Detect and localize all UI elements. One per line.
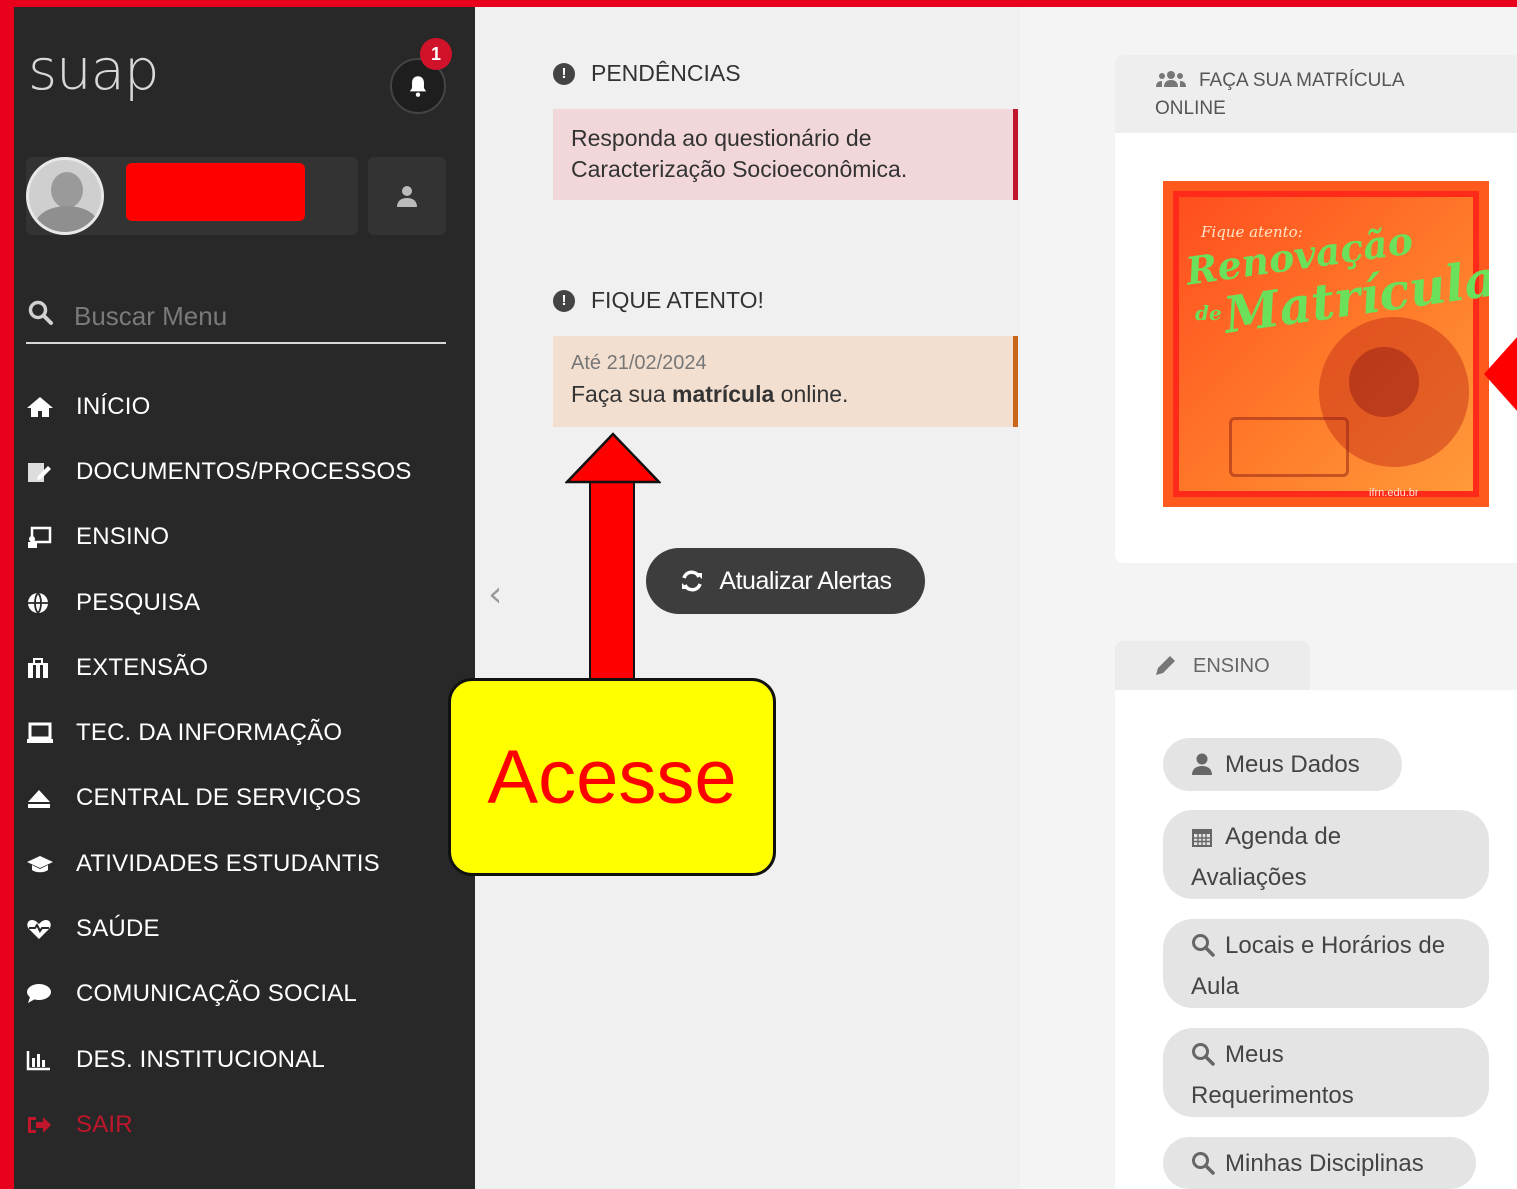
menu-item-label: TEC. DA INFORMAÇÃO — [76, 719, 343, 747]
search-icon — [1191, 1149, 1225, 1186]
matricula-card-header: FAÇA SUA MATRÍCULA ONLINE — [1115, 55, 1517, 133]
menu-item-saude[interactable]: SAÚDE — [26, 896, 456, 961]
meus-requerimentos-link[interactable]: Meus Requerimentos — [1163, 1028, 1489, 1117]
annotation-arrow-head — [565, 432, 661, 484]
menu-item-label: ATIVIDADES ESTUDANTIS — [76, 849, 380, 877]
graduation-cap-icon — [26, 852, 76, 876]
menu-item-label: PESQUISA — [76, 588, 201, 616]
eject-icon — [26, 786, 76, 810]
search-input[interactable] — [74, 296, 434, 336]
profile-button[interactable] — [368, 157, 446, 235]
comment-icon — [26, 982, 76, 1006]
menu-item-des-institucional[interactable]: DES. INSTITUCIONAL — [26, 1027, 456, 1092]
user-icon — [1191, 750, 1225, 787]
menu-search — [26, 290, 446, 344]
menu-item-documentos[interactable]: DOCUMENTOS/PROCESSOS — [26, 439, 456, 504]
menu-item-label: INÍCIO — [76, 392, 151, 420]
menu-item-label: ENSINO — [76, 523, 170, 551]
menu-item-label: EXTENSÃO — [76, 653, 209, 681]
locais-horarios-link[interactable]: Locais e Horários de Aula — [1163, 919, 1489, 1008]
user-icon — [397, 186, 417, 207]
sign-out-icon — [26, 1113, 76, 1137]
search-icon — [28, 300, 54, 331]
bar-chart-icon — [26, 1048, 76, 1072]
notification-badge: 1 — [420, 38, 452, 70]
search-icon — [1191, 1040, 1225, 1077]
users-icon — [1155, 69, 1187, 100]
annotation-side-arrow — [1484, 336, 1517, 412]
pendencias-heading: ! PENDÊNCIAS — [553, 60, 741, 87]
pencil-icon — [1156, 656, 1175, 675]
minhas-disciplinas-link[interactable]: Minhas Disciplinas — [1163, 1137, 1476, 1189]
main-menu: INÍCIO DOCUMENTOS/PROCESSOS ENSINO PESQU… — [26, 374, 456, 1158]
globe-icon — [26, 591, 76, 615]
tab-ensino[interactable]: ENSINO — [1115, 641, 1310, 691]
menu-item-extensao[interactable]: EXTENSÃO — [26, 635, 456, 700]
renovacao-matricula-banner[interactable]: Fique atento: Renovação de Matrícula ifr… — [1163, 181, 1489, 507]
refresh-alerts-button[interactable]: Atualizar Alertas — [646, 548, 925, 614]
calendar-icon — [1191, 822, 1225, 859]
menu-item-sair[interactable]: SAIR — [26, 1092, 456, 1157]
collapse-sidebar-arrow[interactable]: ‹ — [488, 574, 502, 615]
menu-item-ensino[interactable]: ENSINO — [26, 505, 456, 570]
alert-date: Até 21/02/2024 — [571, 352, 707, 374]
suap-logo[interactable]: suap — [28, 38, 160, 103]
menu-item-central-servicos[interactable]: CENTRAL DE SERVIÇOS — [26, 766, 456, 831]
bell-icon — [409, 76, 427, 97]
menu-item-label: SAIR — [76, 1110, 133, 1138]
menu-item-label: SAÚDE — [76, 915, 160, 943]
menu-item-label: DES. INSTITUCIONAL — [76, 1045, 325, 1073]
search-icon — [1191, 931, 1225, 968]
redacted-username — [126, 163, 305, 221]
annotation-arrow — [589, 480, 635, 690]
menu-item-inicio[interactable]: INÍCIO — [26, 374, 456, 439]
refresh-icon — [682, 570, 703, 592]
home-icon — [26, 395, 76, 419]
sidebar: suap 1 INÍCIO DOCUMENTOS/PROCESSOS ENSIN… — [0, 0, 475, 1189]
exclamation-icon: ! — [553, 62, 575, 85]
document-edit-icon — [26, 460, 76, 484]
building-icon — [26, 656, 76, 680]
exclamation-icon: ! — [553, 289, 575, 312]
alert-text: Faça sua matrícula online. — [571, 381, 849, 407]
acesse-callout: Acesse — [448, 678, 776, 876]
chalkboard-icon — [26, 525, 76, 549]
menu-item-label: DOCUMENTOS/PROCESSOS — [76, 457, 412, 485]
meus-dados-link[interactable]: Meus Dados — [1163, 738, 1402, 791]
laptop-icon — [26, 721, 76, 745]
menu-item-label: CENTRAL DE SERVIÇOS — [76, 784, 362, 812]
matricula-alert[interactable]: Até 21/02/2024 Faça sua matrícula online… — [553, 336, 1018, 427]
agenda-avaliacoes-link[interactable]: Agenda de Avaliações — [1163, 810, 1489, 899]
menu-item-label: COMUNICAÇÃO SOCIAL — [76, 980, 357, 1008]
pendencia-item[interactable]: Responda ao questionário de Caracterizaç… — [553, 109, 1018, 200]
heartbeat-icon — [26, 917, 76, 941]
avatar[interactable] — [26, 157, 104, 235]
menu-item-comunicacao[interactable]: COMUNICAÇÃO SOCIAL — [26, 962, 456, 1027]
fique-atento-heading: ! FIQUE ATENTO! — [553, 287, 764, 314]
menu-item-atividades[interactable]: ATIVIDADES ESTUDANTIS — [26, 831, 456, 896]
menu-item-pesquisa[interactable]: PESQUISA — [26, 570, 456, 635]
menu-item-tec-informacao[interactable]: TEC. DA INFORMAÇÃO — [26, 700, 456, 765]
